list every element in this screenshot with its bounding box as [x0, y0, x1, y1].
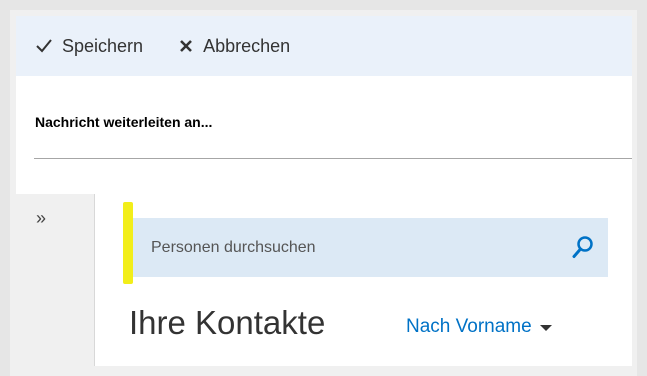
- checkmark-icon: [36, 39, 52, 53]
- highlight-marker: [123, 202, 133, 284]
- close-icon: [179, 39, 193, 53]
- sort-label: Nach Vorname: [406, 316, 532, 337]
- people-picker: Ihre Kontakte Nach Vorname: [95, 194, 632, 366]
- left-rail: »: [16, 194, 95, 366]
- expand-chevron-icon[interactable]: »: [36, 208, 46, 229]
- forward-to-title: Nachricht weiterleiten an...: [35, 114, 213, 130]
- forward-header: Nachricht weiterleiten an...: [16, 76, 632, 194]
- search-box[interactable]: [133, 218, 608, 277]
- caret-down-icon: [539, 316, 552, 338]
- cancel-button[interactable]: Abbrechen: [179, 36, 290, 57]
- search-input[interactable]: [149, 232, 553, 264]
- cancel-label: Abbrechen: [203, 35, 291, 56]
- command-toolbar: Speichern Abbrechen: [16, 16, 632, 76]
- sort-dropdown[interactable]: Nach Vorname: [406, 316, 552, 338]
- save-button[interactable]: Speichern: [36, 36, 143, 57]
- contacts-heading: Ihre Kontakte: [129, 304, 326, 341]
- divider: [34, 158, 632, 159]
- save-label: Speichern: [62, 35, 144, 56]
- search-icon[interactable]: [572, 235, 594, 264]
